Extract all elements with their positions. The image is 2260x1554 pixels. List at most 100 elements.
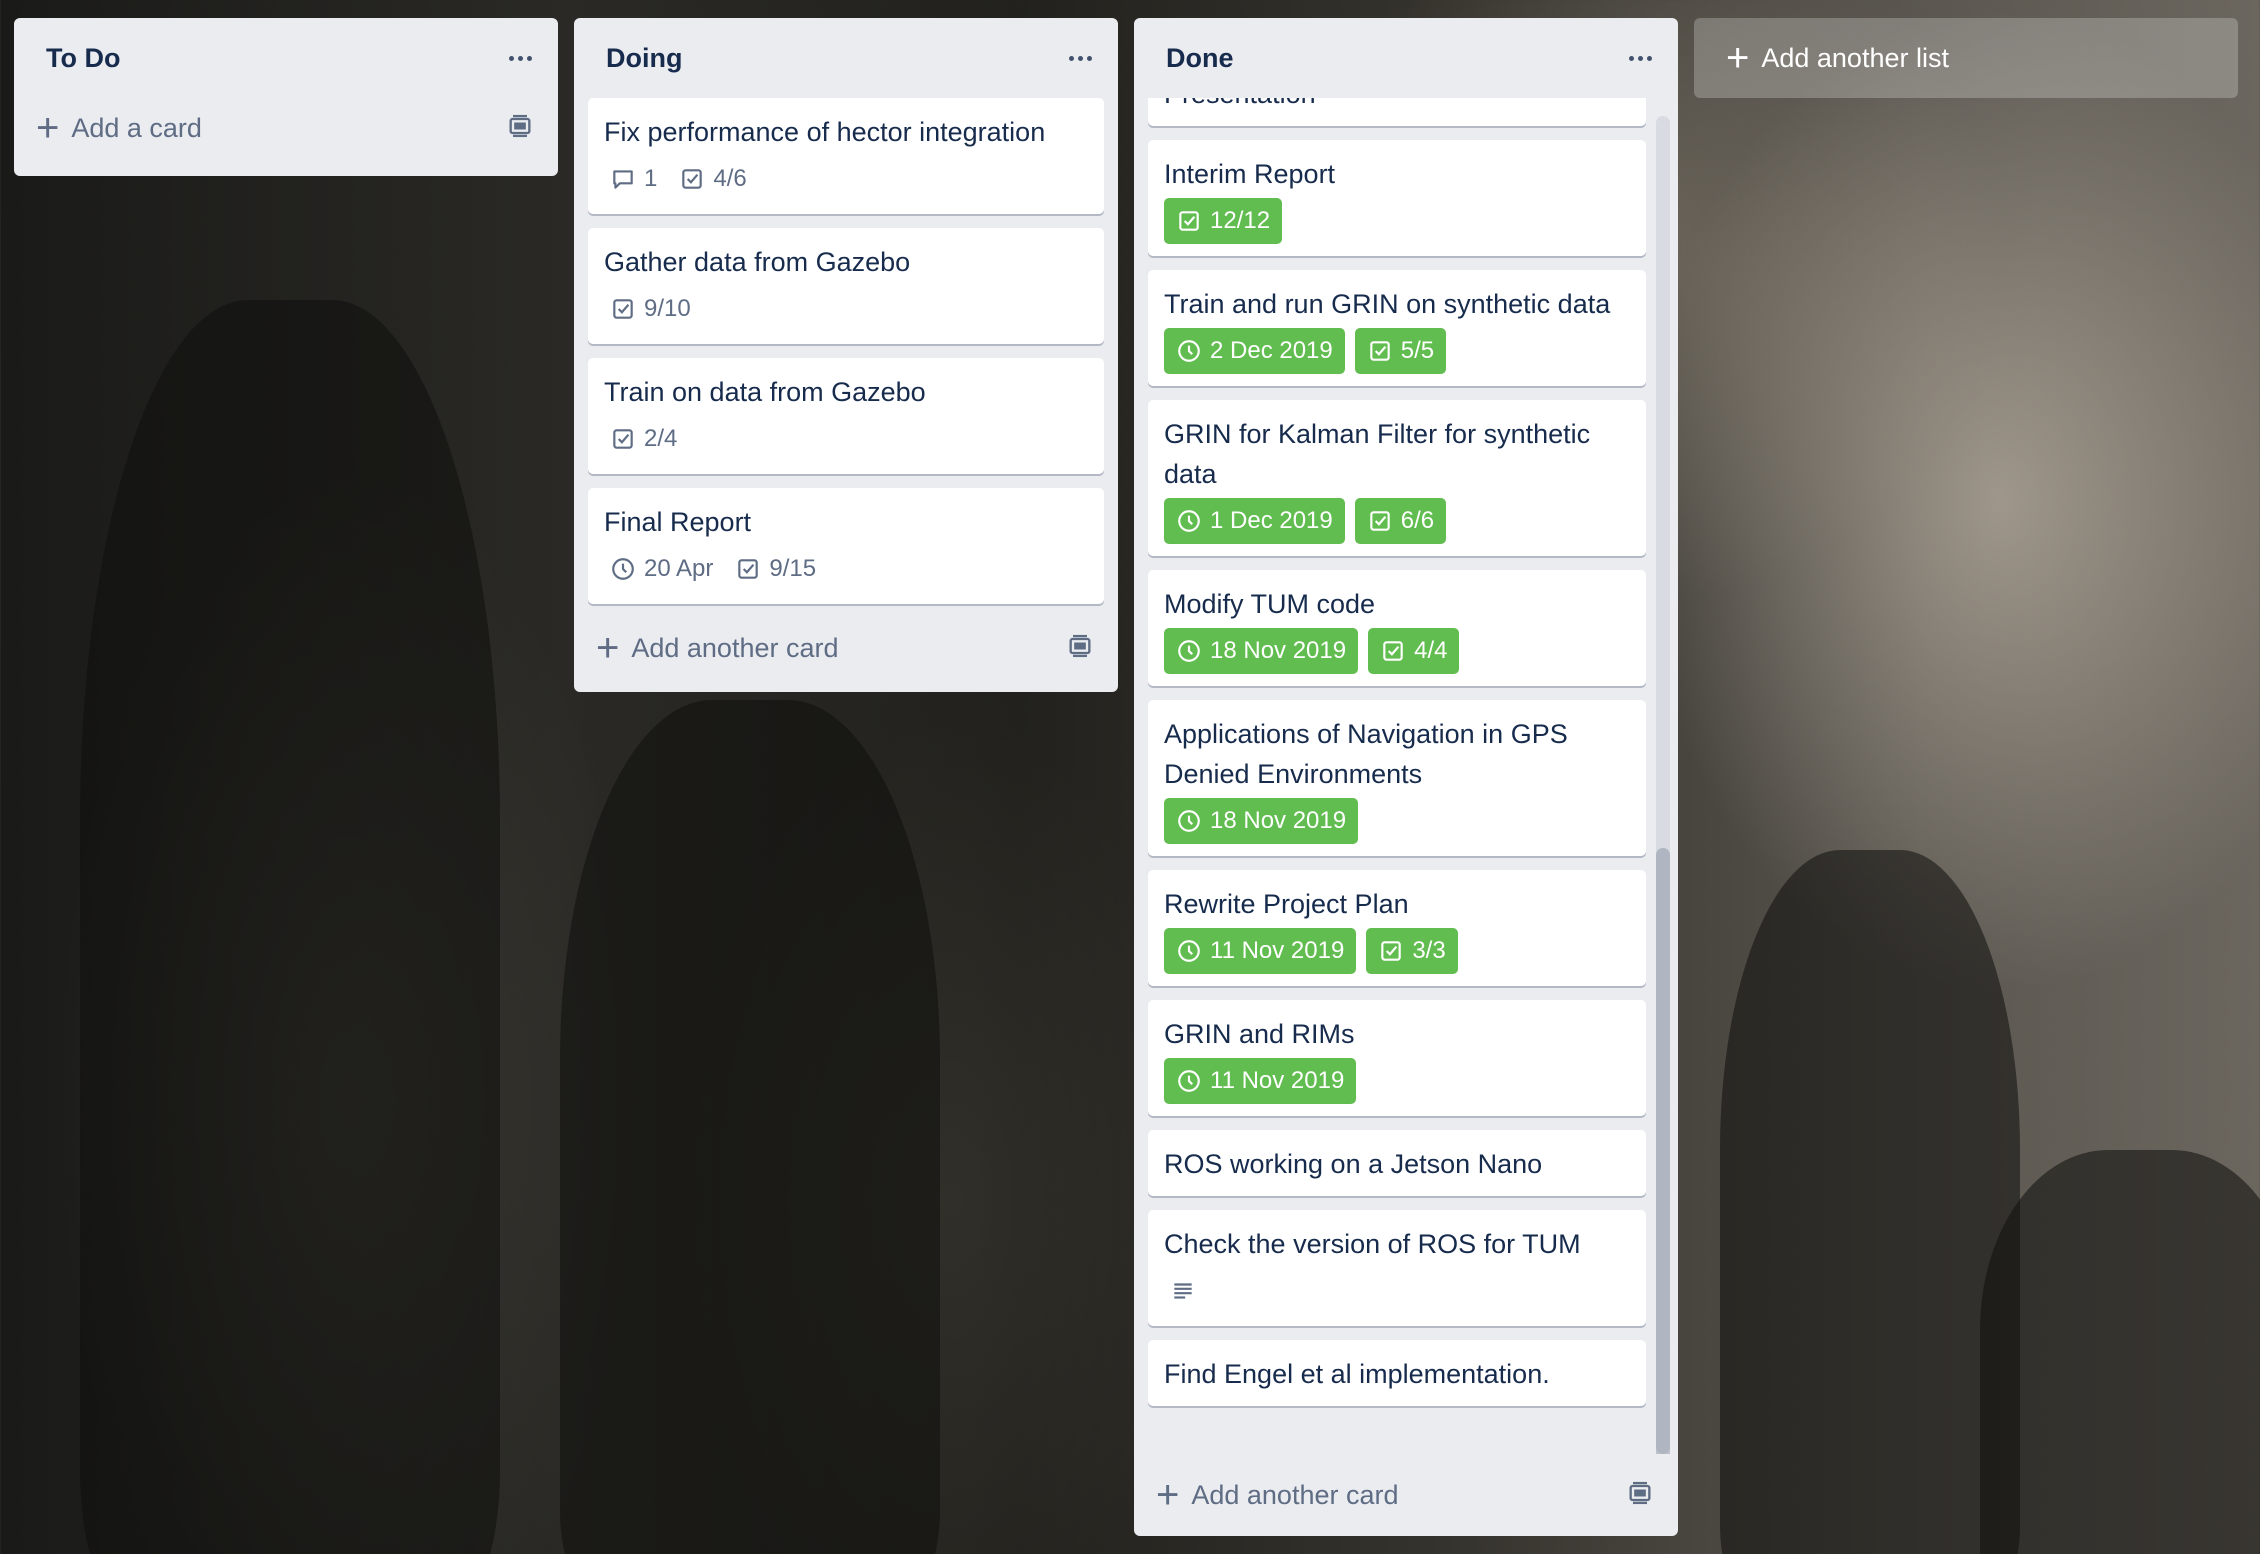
checklist-count: 9/10 — [644, 295, 691, 322]
card-template-icon[interactable] — [1626, 1479, 1654, 1512]
card-title: Interim Report — [1164, 159, 1336, 189]
card[interactable]: Presentation — [1148, 98, 1646, 126]
add-card-composer[interactable]: + Add another card — [1134, 1454, 1678, 1536]
due-date-complete-badge: 2 Dec 2019 — [1164, 328, 1345, 374]
checklist-icon — [1381, 941, 1402, 961]
list-header: Done — [1134, 18, 1678, 98]
card-title: GRIN for Kalman Filter for synthetic dat… — [1164, 419, 1591, 489]
list-title[interactable]: To Do — [46, 43, 120, 74]
due-date-complete-badge: 18 Nov 2019 — [1164, 628, 1359, 674]
add-list-label: Add another list — [1761, 42, 1949, 73]
card[interactable]: Train and run GRIN on synthetic data 2 D… — [1148, 270, 1646, 386]
card-title: Find Engel et al implementation. — [1164, 1359, 1550, 1389]
clock-icon — [1178, 340, 1200, 362]
checklist-count: 3/3 — [1412, 937, 1446, 964]
checklist-complete-badge: 5/5 — [1354, 328, 1447, 374]
list-title[interactable]: Doing — [606, 43, 682, 74]
card[interactable]: Modify TUM code 18 Nov 2019 4/4 — [1148, 570, 1646, 686]
checklist-icon — [738, 559, 759, 579]
card-template-icon[interactable] — [1066, 632, 1094, 665]
comments-badge: 1 — [604, 156, 663, 202]
card-title: Train on data from Gazebo — [604, 377, 926, 407]
card[interactable]: Applications of Navigation in GPS Denied… — [1148, 700, 1646, 856]
checklist-count: 12/12 — [1210, 207, 1271, 234]
description-badge — [1164, 1268, 1202, 1314]
list-menu-button[interactable] — [1060, 38, 1100, 78]
list-header: Doing — [574, 18, 1118, 98]
list-title[interactable]: Done — [1166, 43, 1234, 74]
checklist-count: 9/15 — [769, 555, 817, 582]
card[interactable]: ROS working on a Jetson Nano — [1148, 1130, 1646, 1196]
card[interactable]: GRIN for Kalman Filter for synthetic dat… — [1148, 400, 1646, 556]
checklist-icon — [682, 169, 703, 189]
comment-icon — [613, 170, 633, 189]
comment-count: 1 — [644, 165, 658, 192]
due-date: 1 Dec 2019 — [1210, 507, 1333, 534]
due-date-complete-badge: 11 Nov 2019 — [1164, 1058, 1357, 1104]
card-title: ROS working on a Jetson Nano — [1164, 1149, 1543, 1179]
card[interactable]: Fix performance of hector integration 1 … — [588, 98, 1104, 214]
checklist-badge: 9/10 — [604, 286, 697, 332]
card[interactable]: Gather data from Gazebo 9/10 — [588, 228, 1104, 344]
card-list: Presentation Interim Report 12/12 Train … — [1134, 98, 1678, 1406]
list-todo: To Do + Add a card — [14, 18, 558, 176]
checklist-icon — [1370, 511, 1390, 531]
card[interactable]: Interim Report 12/12 — [1148, 140, 1646, 256]
card[interactable]: Rewrite Project Plan 11 Nov 2019 3/3 — [1148, 870, 1646, 986]
clock-icon — [612, 558, 634, 580]
checklist-icon — [613, 299, 633, 319]
card-title: Final Report — [604, 507, 752, 537]
card[interactable]: Find Engel et al implementation. — [1148, 1340, 1646, 1406]
add-list-button[interactable]: + Add another list — [1694, 18, 2238, 98]
add-card-composer[interactable]: + Add another card — [574, 604, 1118, 692]
card-title: Modify TUM code — [1164, 589, 1376, 619]
add-card-button[interactable]: + Add a card — [36, 108, 202, 148]
plus-icon: + — [1156, 1473, 1180, 1517]
clock-icon — [1178, 940, 1200, 962]
card-title: Rewrite Project Plan — [1164, 889, 1409, 919]
list-menu-button[interactable] — [500, 38, 540, 78]
checklist-count: 4/6 — [713, 165, 747, 192]
card-title: Check the version of ROS for TUM — [1164, 1229, 1581, 1259]
clock-icon — [1178, 640, 1200, 662]
due-date: 11 Nov 2019 — [1210, 1067, 1345, 1094]
add-card-button[interactable]: + Add another card — [1156, 1475, 1399, 1515]
add-card-label: Add another card — [631, 632, 839, 663]
card[interactable]: Train on data from Gazebo 2/4 — [588, 358, 1104, 474]
checklist-complete-badge: 6/6 — [1354, 498, 1447, 544]
card[interactable]: GRIN and RIMs 11 Nov 2019 — [1148, 1000, 1646, 1116]
scrollbar-thumb[interactable] — [1656, 848, 1670, 1454]
due-date: 18 Nov 2019 — [1210, 807, 1347, 834]
add-card-button[interactable]: + Add another card — [596, 628, 839, 668]
clock-icon — [1178, 1070, 1200, 1092]
list-done: Done Presentation Interim Report 12/12 — [1134, 18, 1678, 1536]
due-date: 11 Nov 2019 — [1210, 937, 1345, 964]
checklist-count: 4/4 — [1414, 637, 1448, 664]
card-scroll-area[interactable]: Presentation Interim Report 12/12 Train … — [1134, 98, 1678, 1454]
due-date-complete-badge: 11 Nov 2019 — [1164, 928, 1357, 974]
card-title: Presentation — [1164, 98, 1630, 114]
card-title: Fix performance of hector integration — [604, 117, 1046, 147]
checklist-icon — [1179, 211, 1199, 231]
checklist-complete-badge: 4/4 — [1368, 628, 1460, 674]
add-card-label: Add a card — [71, 112, 202, 143]
add-card-composer[interactable]: + Add a card — [14, 80, 558, 176]
card-title: Applications of Navigation in GPS Denied… — [1164, 719, 1568, 789]
checklist-icon — [1383, 641, 1403, 661]
card[interactable]: Final Report 20 Apr 9/15 — [588, 488, 1104, 604]
due-date: 20 Apr — [644, 555, 714, 582]
due-date-complete-badge: 1 Dec 2019 — [1164, 498, 1345, 544]
card-title: GRIN and RIMs — [1164, 1019, 1355, 1049]
list-menu-button[interactable] — [1620, 38, 1660, 78]
checklist-icon — [613, 429, 633, 449]
checklist-badge: 9/15 — [729, 546, 822, 592]
due-date-complete-badge: 18 Nov 2019 — [1164, 798, 1359, 844]
card-title: Train and run GRIN on synthetic data — [1164, 289, 1611, 319]
card-template-icon[interactable] — [506, 112, 534, 145]
checklist-count: 5/5 — [1400, 337, 1435, 364]
card[interactable]: Check the version of ROS for TUM — [1148, 1210, 1646, 1326]
plus-icon: + — [1726, 36, 1750, 80]
plus-icon: + — [596, 626, 620, 670]
checklist-complete-badge: 12/12 — [1164, 198, 1283, 244]
checklist-icon — [1370, 341, 1390, 361]
